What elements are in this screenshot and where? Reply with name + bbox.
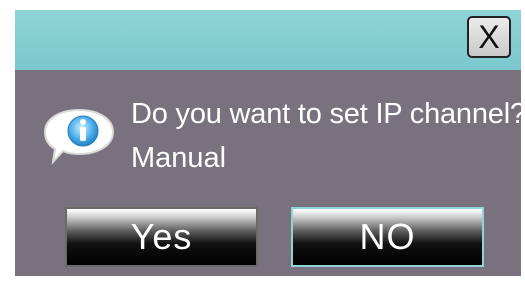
dialog-titlebar: X [15, 10, 521, 70]
close-label: X [478, 18, 500, 55]
no-button-label: NO [359, 216, 416, 257]
info-bubble-icon [43, 108, 115, 166]
close-button[interactable]: X [467, 16, 511, 58]
no-button[interactable]: NO [291, 207, 484, 267]
yes-button[interactable]: Yes [65, 207, 258, 267]
message-text: Do you want to set IP channel? [131, 98, 525, 130]
yes-button-label: Yes [130, 216, 193, 257]
mode-text: Manual [131, 142, 227, 174]
ip-channel-dialog: X Do you want to set IP channel? Manual … [15, 10, 525, 276]
